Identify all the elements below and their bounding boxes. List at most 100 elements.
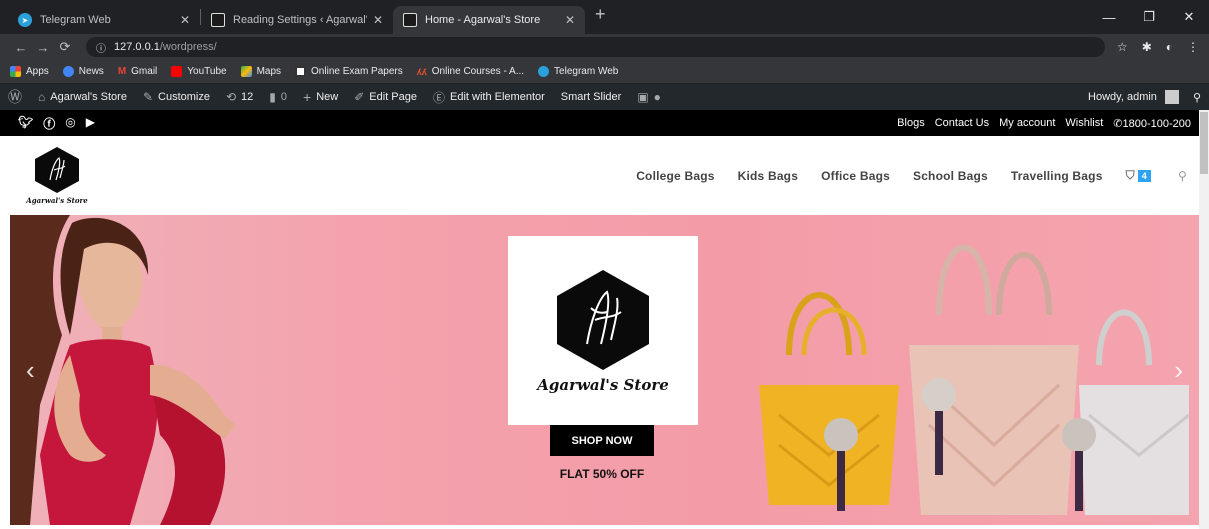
wp-admin-bar: Ⓦ ⌂ Agarwal's Store ✎ Customize ⟲ 12 ▮ 0 + Ne… bbox=[0, 84, 1209, 110]
search-icon[interactable]: ⚲ bbox=[1178, 169, 1187, 183]
comments-link[interactable]: ▮ 0 bbox=[269, 90, 287, 104]
back-icon[interactable]: ← bbox=[10, 40, 32, 55]
bookmark-youtube[interactable]: YouTube bbox=[171, 66, 227, 77]
customize-label: Customize bbox=[158, 91, 210, 103]
bookmark-news[interactable]: News bbox=[62, 66, 104, 77]
brand-title: Agarwal's Store bbox=[537, 375, 669, 394]
bookmark-maps[interactable]: Maps bbox=[240, 66, 281, 77]
url-host: 127.0.0.1 bbox=[114, 41, 160, 53]
menu-item-travelling-bags[interactable]: Travelling Bags bbox=[1011, 169, 1103, 183]
search-icon[interactable]: ⚲ bbox=[1193, 91, 1201, 104]
edit-page-link[interactable]: ✐ Edit Page bbox=[354, 90, 417, 104]
brush-icon: ✎ bbox=[142, 90, 154, 104]
cart-button[interactable]: ⛉ 4 bbox=[1126, 168, 1151, 183]
tab-title: Home - Agarwal's Store bbox=[425, 14, 541, 26]
close-window-icon[interactable]: ✕ bbox=[1169, 9, 1209, 25]
elementor-label: Edit with Elementor bbox=[450, 91, 545, 103]
extensions-icon[interactable]: ✱ bbox=[1142, 40, 1152, 54]
avatar bbox=[1164, 90, 1179, 104]
site-logo[interactable]: Agarwal's Store bbox=[22, 146, 92, 205]
site-name-menu[interactable]: ⌂ Agarwal's Store bbox=[38, 90, 127, 104]
restore-icon[interactable]: ❐ bbox=[1129, 9, 1169, 25]
tab-reading-settings[interactable]: Reading Settings ‹ Agarwal's Stor ✕ bbox=[201, 6, 393, 34]
twitter-icon[interactable]: 🐦︎ bbox=[18, 115, 33, 132]
menu-item-college-bags[interactable]: College Bags bbox=[636, 169, 714, 183]
reload-icon[interactable]: ⟳ bbox=[54, 39, 76, 55]
logo-text: Agarwal's Store bbox=[26, 196, 88, 205]
hexagon-logo-icon bbox=[557, 269, 649, 370]
tab-telegram[interactable]: ➤ Telegram Web ✕ bbox=[8, 6, 200, 34]
close-icon[interactable]: ✕ bbox=[565, 13, 575, 27]
customize-link[interactable]: ✎ Customize bbox=[143, 90, 210, 104]
facebook-icon[interactable]: ⓕ bbox=[43, 115, 55, 132]
apps-icon bbox=[10, 66, 21, 77]
browser-toolbar: ← → ⟳ ⓘ 127.0.0.1/wordpress/ ☆ ✱ ◐ ⋮ bbox=[0, 34, 1209, 60]
bookmark-label: Apps bbox=[26, 66, 49, 77]
page-scrollbar[interactable] bbox=[1199, 110, 1209, 529]
page-icon bbox=[295, 66, 307, 77]
new-tab-button[interactable]: + bbox=[585, 4, 616, 31]
top-link-blogs[interactable]: Blogs bbox=[897, 117, 925, 130]
phone-link[interactable]: ✆1800-100-200 bbox=[1113, 117, 1191, 130]
bookmark-telegram[interactable]: Telegram Web bbox=[538, 66, 618, 77]
smart-slider-label: Smart Slider bbox=[560, 91, 622, 103]
gmail-icon: M bbox=[117, 66, 127, 77]
courses-icon: ʎʎ bbox=[416, 66, 427, 77]
minimize-icon[interactable]: — bbox=[1089, 10, 1129, 25]
top-link-account[interactable]: My account bbox=[999, 117, 1055, 130]
bookmark-apps[interactable]: Apps bbox=[10, 66, 49, 77]
pencil-icon: ✐ bbox=[354, 90, 365, 104]
menu-icon[interactable]: ⋮ bbox=[1187, 40, 1199, 54]
menu-item-office-bags[interactable]: Office Bags bbox=[821, 169, 890, 183]
youtube-icon[interactable]: ▶ bbox=[86, 115, 95, 132]
brand-card: Agarwal's Store bbox=[508, 236, 698, 425]
yoast-icon: ▣ bbox=[637, 90, 649, 104]
new-content-menu[interactable]: + New bbox=[303, 89, 338, 105]
toolbar-actions: ☆ ✱ ◐ ⋮ bbox=[1117, 40, 1199, 54]
plus-icon: + bbox=[303, 89, 312, 105]
bookmark-online-exam-papers[interactable]: Online Exam Papers bbox=[295, 66, 403, 77]
maps-icon bbox=[240, 66, 252, 77]
instagram-icon[interactable]: ◎ bbox=[65, 115, 75, 132]
chevron-left-icon[interactable]: ‹ bbox=[26, 355, 35, 386]
tab-title: Telegram Web bbox=[40, 14, 111, 26]
smart-slider-link[interactable]: Smart Slider bbox=[561, 91, 622, 103]
star-icon[interactable]: ☆ bbox=[1117, 40, 1128, 54]
seo-menu[interactable]: ▣ ● bbox=[637, 90, 661, 104]
updates-count: 12 bbox=[241, 91, 254, 103]
top-link-contact[interactable]: Contact Us bbox=[935, 117, 989, 130]
new-label: New bbox=[316, 91, 339, 103]
account-menu[interactable]: Howdy, admin ⚲ bbox=[1088, 90, 1201, 104]
menu-item-school-bags[interactable]: School Bags bbox=[913, 169, 988, 183]
scrollbar-thumb[interactable] bbox=[1200, 112, 1208, 174]
updates-icon: ⟲ bbox=[225, 90, 237, 104]
bookmark-online-courses[interactable]: ʎʎ Online Courses - A... bbox=[417, 66, 524, 77]
window-controls: — ❐ ✕ bbox=[1089, 0, 1209, 34]
menu-item-kids-bags[interactable]: Kids Bags bbox=[738, 169, 798, 183]
top-link-wishlist[interactable]: Wishlist bbox=[1065, 117, 1103, 130]
tab-home[interactable]: Home - Agarwal's Store ✕ bbox=[393, 6, 585, 34]
info-icon[interactable]: ⓘ bbox=[96, 40, 106, 55]
shop-now-button[interactable]: SHOP NOW bbox=[550, 425, 654, 456]
close-icon[interactable]: ✕ bbox=[373, 13, 383, 27]
profile-icon[interactable]: ◐ bbox=[1166, 40, 1173, 54]
dashboard-icon: ⌂ bbox=[38, 90, 46, 104]
forward-icon[interactable]: → bbox=[32, 40, 54, 55]
news-icon bbox=[62, 66, 74, 77]
wp-logo-menu[interactable]: Ⓦ bbox=[8, 87, 22, 107]
address-bar[interactable]: ⓘ 127.0.0.1/wordpress/ bbox=[86, 37, 1105, 57]
social-links: 🐦︎ ⓕ ◎ ▶ bbox=[18, 115, 95, 132]
wordpress-icon bbox=[211, 13, 225, 27]
elementor-icon: Ⓔ bbox=[433, 90, 446, 105]
bag-icon: ⛉ bbox=[1125, 168, 1135, 182]
close-icon[interactable]: ✕ bbox=[180, 13, 190, 27]
bookmarks-bar: Apps News M Gmail YouTube Maps Online Exa… bbox=[0, 60, 1209, 84]
phone-number: 1800-100-200 bbox=[1122, 117, 1191, 130]
bookmark-label: YouTube bbox=[187, 66, 227, 77]
telegram-icon: ➤ bbox=[18, 13, 32, 27]
bookmark-gmail[interactable]: M Gmail bbox=[118, 66, 157, 77]
comments-count: 0 bbox=[280, 91, 288, 103]
bookmark-label: Telegram Web bbox=[554, 66, 619, 77]
elementor-link[interactable]: Ⓔ Edit with Elementor bbox=[433, 89, 545, 106]
updates-link[interactable]: ⟲ 12 bbox=[226, 90, 253, 104]
